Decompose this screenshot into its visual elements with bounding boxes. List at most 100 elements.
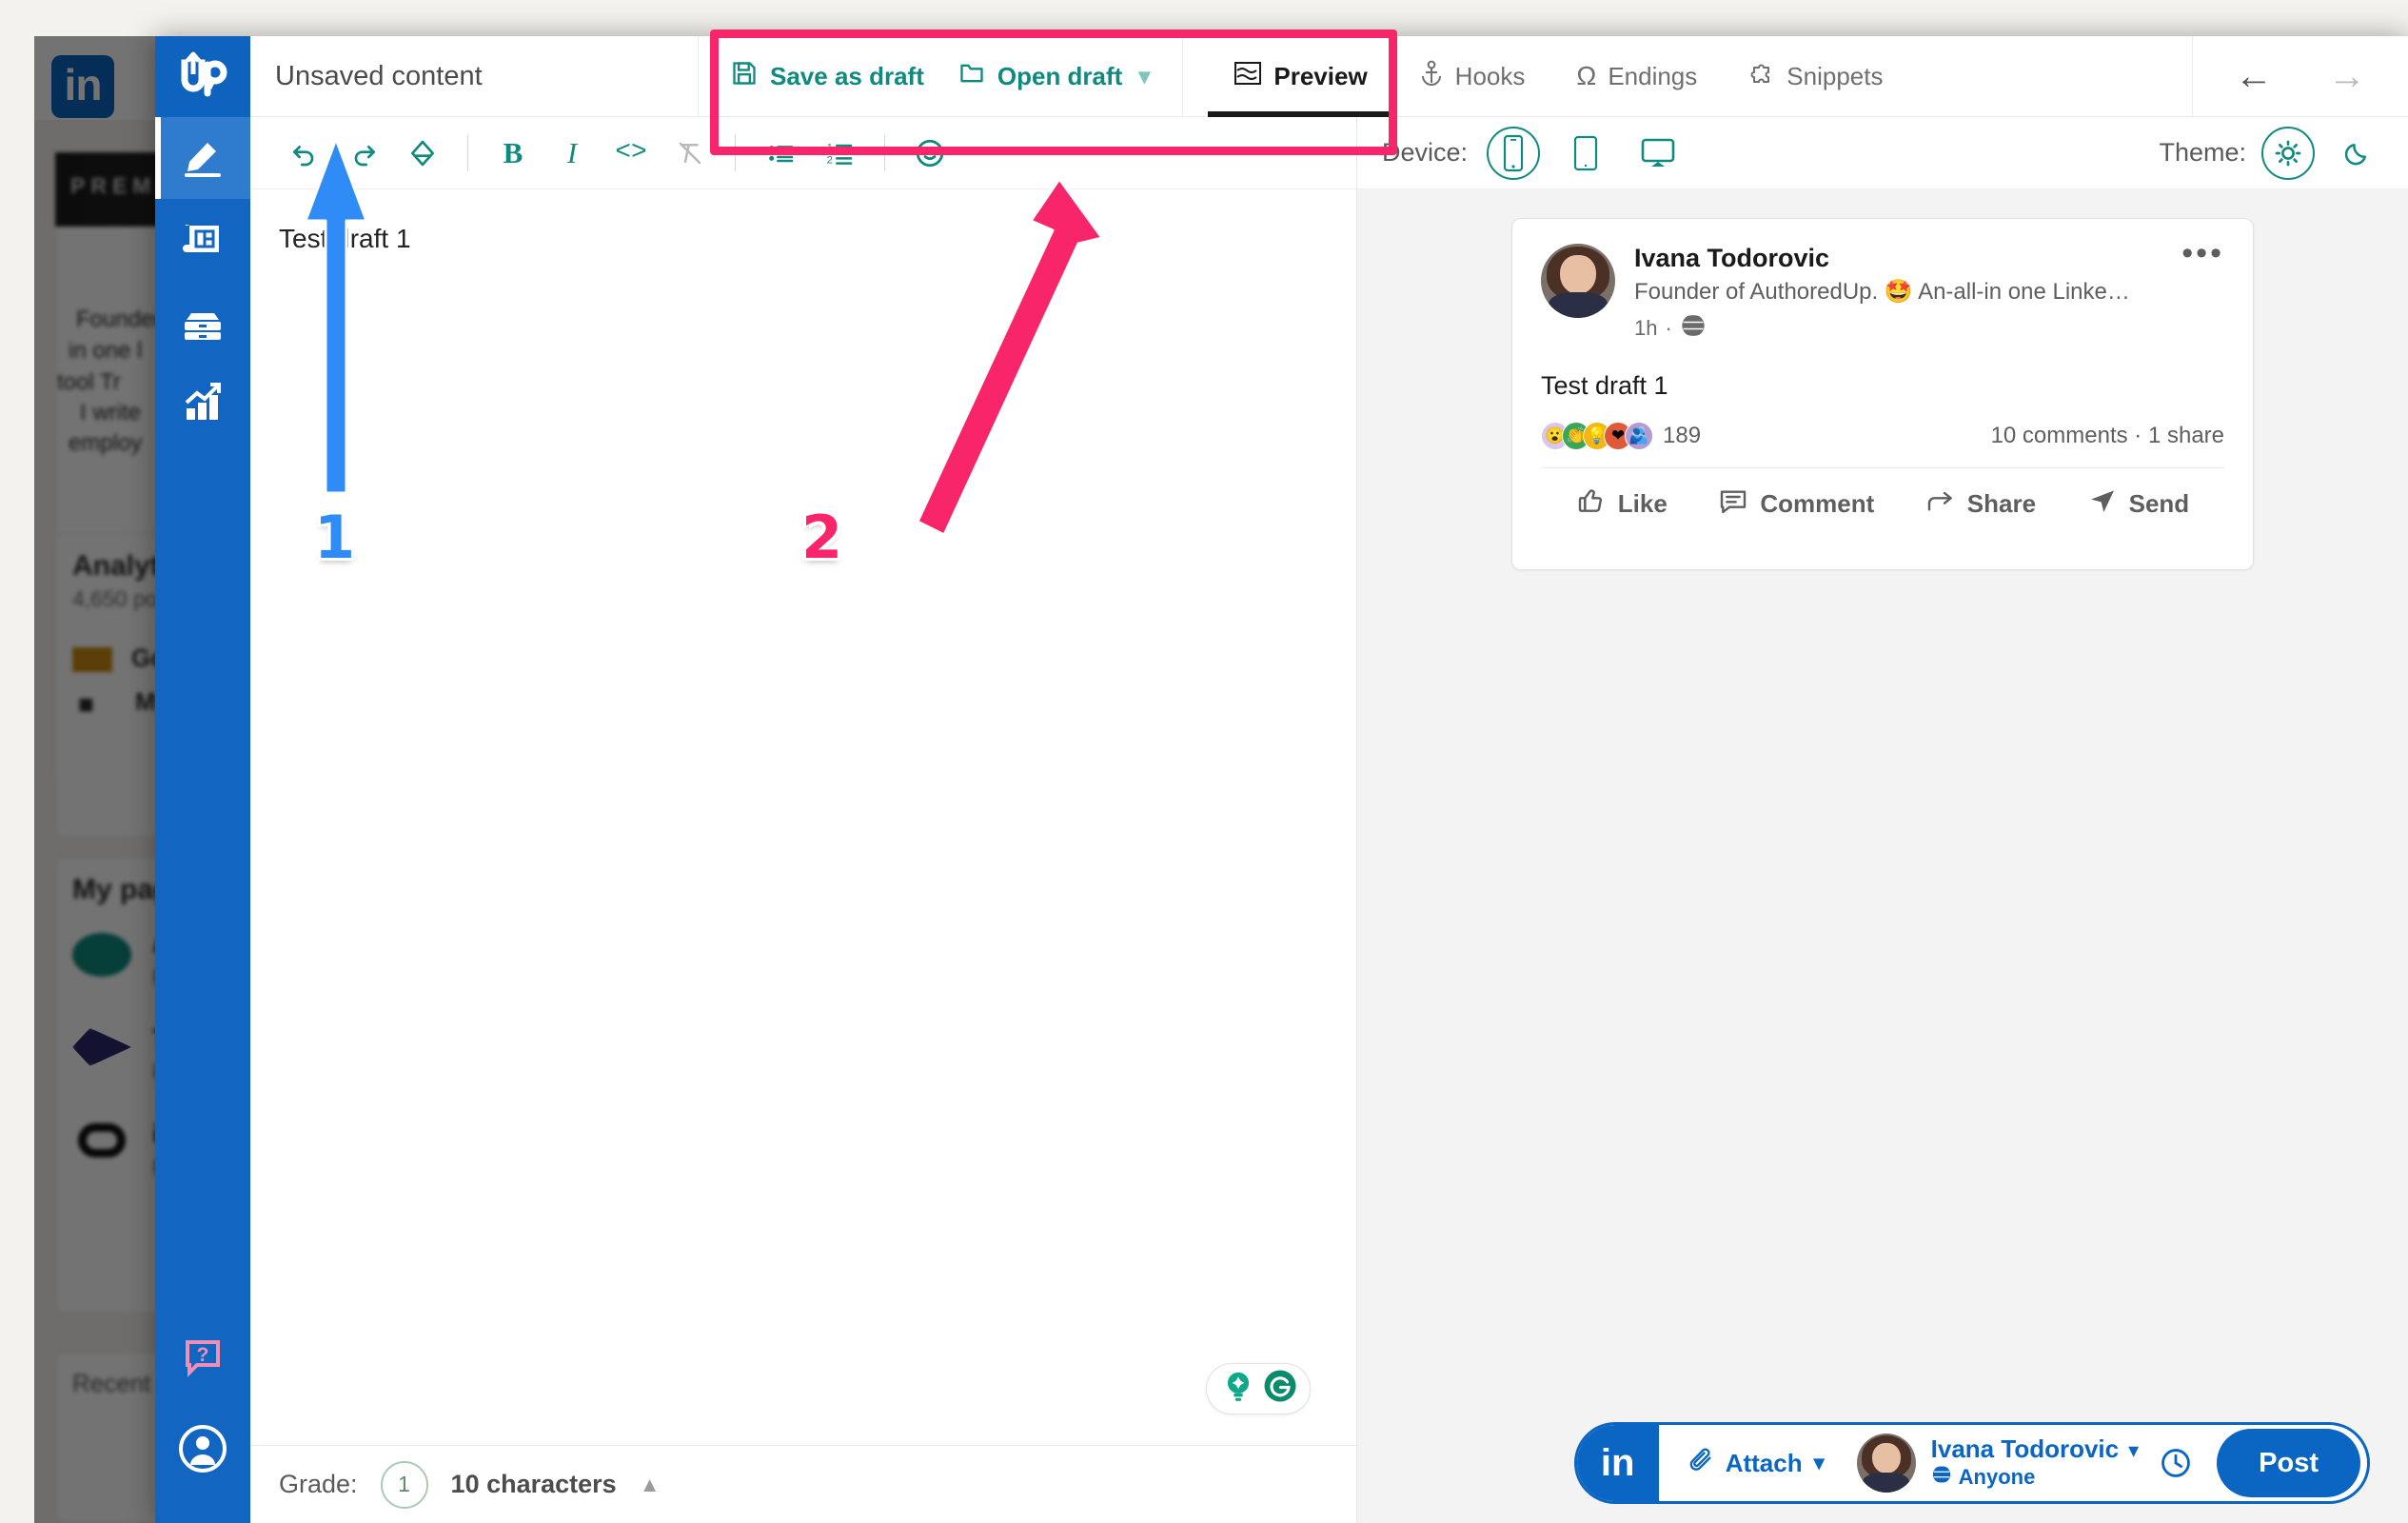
share-arrow-icon xyxy=(1925,485,1956,523)
tab-snippets[interactable]: Snippets xyxy=(1723,36,1908,116)
post-meta-separator: · xyxy=(1665,316,1672,340)
reaction-count[interactable]: 189 xyxy=(1663,423,1701,449)
share-button[interactable]: Share xyxy=(1925,485,2036,523)
bold-button[interactable]: B xyxy=(484,124,543,183)
comments-shares-count[interactable]: 10 comments · 1 share xyxy=(1991,423,2224,449)
tab-snippets-label: Snippets xyxy=(1786,61,1884,90)
italic-button[interactable]: I xyxy=(543,124,602,183)
sidebar-item-analytics[interactable] xyxy=(155,363,250,445)
visibility-globe-icon xyxy=(1928,1464,1955,1490)
compose-visibility: Anyone xyxy=(1928,1464,2140,1490)
thumbs-up-icon xyxy=(1576,485,1607,523)
nav-back-icon[interactable]: ← xyxy=(2235,57,2273,95)
open-draft-label: Open draft xyxy=(997,61,1123,90)
tab-preview[interactable]: Preview xyxy=(1208,36,1393,117)
authoredup-logo[interactable] xyxy=(155,36,250,117)
sidebar-item-help[interactable]: ? xyxy=(155,1314,250,1405)
post-more-options-icon[interactable]: ••• xyxy=(2181,237,2224,269)
device-desktop-button[interactable] xyxy=(1631,127,1685,180)
expand-stats-caret-icon[interactable]: ▲ xyxy=(640,1473,661,1497)
undo-button[interactable] xyxy=(275,124,334,183)
draft-actions-group: Save as draft Open draft ▾ xyxy=(698,36,1184,116)
schedule-button[interactable] xyxy=(2160,1447,2192,1479)
rail-bottom-group: ? xyxy=(155,1314,250,1523)
formatting-toolbar: B I <> 1 2 xyxy=(250,117,1356,189)
nav-forward-icon[interactable]: → xyxy=(2328,57,2366,95)
emoji-button[interactable] xyxy=(900,124,959,183)
sidebar-item-editor[interactable] xyxy=(155,117,250,199)
post-meta: 1h · xyxy=(1634,312,2181,345)
tab-hooks[interactable]: Hooks xyxy=(1393,36,1551,116)
like-button[interactable]: Like xyxy=(1576,485,1668,523)
paperclip-icon xyxy=(1688,1447,1714,1480)
omega-icon: Ω xyxy=(1576,61,1597,90)
pen-highlighter-icon xyxy=(178,131,227,186)
reaction-icons[interactable]: 😮 👏 💡 ❤ 🫂 189 xyxy=(1541,422,1701,450)
chevron-down-icon[interactable]: ▾ xyxy=(1138,63,1150,90)
preview-icon xyxy=(1234,61,1262,92)
compose-account[interactable]: Ivana Todorovic ▾ Anyone xyxy=(1928,1434,2140,1490)
theme-label: Theme: xyxy=(2159,138,2246,167)
code-button[interactable]: <> xyxy=(602,124,661,183)
attach-button[interactable]: Attach ▾ xyxy=(1659,1447,1845,1480)
compose-account-name: Ivana Todorovic xyxy=(1930,1434,2120,1464)
preview-toolbar: Device: Theme: xyxy=(1357,117,2408,189)
comment-bubble-icon xyxy=(1718,485,1748,523)
save-as-draft-label: Save as draft xyxy=(770,61,924,90)
document-title[interactable]: Unsaved content xyxy=(250,36,698,116)
editor-content: Test draft 1 xyxy=(279,224,411,253)
device-mobile-button[interactable] xyxy=(1487,126,1541,180)
tab-endings[interactable]: Ω Endings xyxy=(1550,36,1723,116)
toolbar-divider-3 xyxy=(884,134,885,171)
growth-chart-icon xyxy=(179,378,227,430)
grade-value: 1 xyxy=(380,1460,428,1509)
editor-text-area[interactable]: Test draft 1 xyxy=(250,189,1356,1445)
open-draft-button[interactable]: Open draft ▾ xyxy=(958,60,1150,93)
save-as-draft-button[interactable]: Save as draft xyxy=(731,60,924,93)
post-time: 1h xyxy=(1634,316,1658,340)
grade-label: Grade: xyxy=(279,1470,358,1498)
reaction-icon-4: 🫂 xyxy=(1625,422,1653,450)
folder-open-icon xyxy=(958,60,985,93)
comment-button[interactable]: Comment xyxy=(1718,485,1874,523)
theme-buttons: Theme: xyxy=(2159,126,2383,180)
preview-pane: Device: Theme: Ivana Todorovic Founder o… xyxy=(1357,117,2408,1523)
comment-label: Comment xyxy=(1760,489,1875,518)
blueprint-icon xyxy=(179,214,227,267)
post-actions: Like Comment Share Send xyxy=(1541,468,2224,523)
modal-main: Unsaved content Save as draft Open draft… xyxy=(250,36,2408,1523)
eraser-button[interactable] xyxy=(393,124,452,183)
writing-assistant-pill[interactable] xyxy=(1206,1363,1311,1414)
idea-bulb-icon[interactable] xyxy=(1220,1368,1256,1411)
sidebar-item-templates[interactable] xyxy=(155,199,250,281)
send-button[interactable]: Send xyxy=(2087,485,2190,523)
post-body-text: Test draft 1 xyxy=(1541,371,1668,400)
sidebar-item-drafts[interactable] xyxy=(155,281,250,363)
device-tablet-button[interactable] xyxy=(1559,127,1612,180)
clear-formatting-button[interactable] xyxy=(661,124,720,183)
redo-button[interactable] xyxy=(334,124,393,183)
like-label: Like xyxy=(1617,489,1668,518)
theme-dark-button[interactable] xyxy=(2330,127,2383,180)
character-count: 10 characters xyxy=(450,1470,617,1498)
editor-body: B I <> 1 2 Test draft 1 Grade: 1 10 char… xyxy=(250,117,2408,1523)
tab-endings-label: Endings xyxy=(1608,61,1698,90)
editor-pane: B I <> 1 2 Test draft 1 Grade: 1 10 char… xyxy=(250,117,1357,1523)
file-drawer-icon xyxy=(179,296,227,348)
theme-light-button[interactable] xyxy=(2261,126,2315,180)
linkedin-network-icon: in xyxy=(1576,1425,1659,1501)
compose-avatar xyxy=(1856,1434,1916,1493)
bullet-list-button[interactable] xyxy=(751,124,810,183)
post-button[interactable]: Post xyxy=(2217,1429,2360,1497)
svg-text:2: 2 xyxy=(827,154,833,166)
post-header: Ivana Todorovic Founder of AuthoredUp. 🤩… xyxy=(1541,237,2224,345)
sidebar-item-account[interactable] xyxy=(155,1405,250,1496)
grammarly-icon[interactable] xyxy=(1263,1369,1297,1410)
send-label: Send xyxy=(2128,489,2190,518)
attach-caret-icon[interactable]: ▾ xyxy=(1814,1451,1825,1475)
header-tabs: Preview Hooks Ω Endings Snippets xyxy=(1183,36,2192,117)
post-author-name[interactable]: Ivana Todorovic xyxy=(1634,244,2181,273)
send-paper-plane-icon xyxy=(2087,485,2118,523)
numbered-list-button[interactable]: 1 2 xyxy=(810,124,869,183)
compose-account-caret-icon[interactable]: ▾ xyxy=(2128,1438,2139,1462)
